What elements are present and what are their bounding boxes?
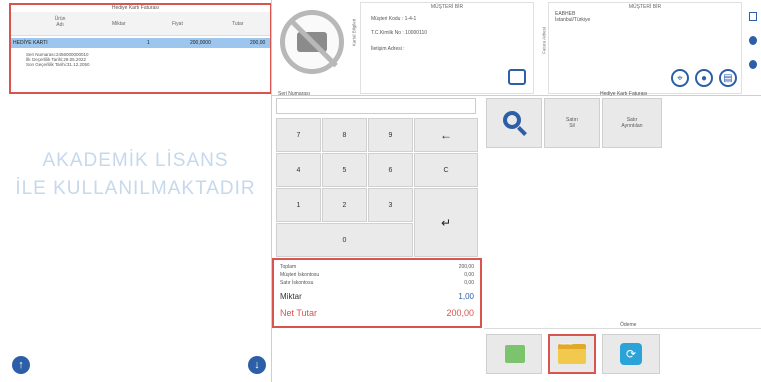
delete-row-label-2: Sil: [569, 123, 575, 129]
billing-title: MÜŞTERİ BİR: [628, 4, 662, 10]
top-divider: [272, 95, 761, 96]
customer-side-label: Kartal Bilgileri: [351, 18, 357, 47]
billing-side-label: Fatura Adresi: [541, 27, 547, 54]
totals-quantity: Miktar 1,00: [280, 292, 474, 301]
customer-field-address: İletişim Adresi :: [371, 46, 405, 52]
other-payment-button[interactable]: ⟳: [602, 334, 660, 374]
key-7[interactable]: 7: [276, 118, 321, 152]
customer-field-code: Müşteri Kodu : 1-4-1: [371, 16, 417, 22]
side-user-icon[interactable]: [749, 36, 757, 45]
credit-card-icon: [558, 344, 586, 364]
payment-title: Ödeme: [620, 322, 637, 328]
cash-payment-button[interactable]: [486, 334, 542, 374]
key-3[interactable]: 3: [368, 188, 413, 222]
search-icon-handle: [517, 126, 527, 136]
key-backspace[interactable]: ←: [414, 118, 478, 152]
scroll-up-icon[interactable]: ↑: [12, 356, 30, 374]
credit-card-label: Credit Card: [560, 343, 573, 346]
search-button[interactable]: [486, 98, 542, 148]
key-clear[interactable]: C: [414, 153, 478, 187]
card-payment-button[interactable]: Credit Card: [548, 334, 596, 374]
customer-title: MÜŞTERİ BİR: [430, 4, 464, 10]
delete-row-button[interactable]: Satırı Sil: [544, 98, 600, 148]
totals-row-customer-discount: Müşteri İskontosu 0,00: [280, 272, 474, 278]
id-card-icon[interactable]: [508, 69, 526, 85]
serial-label: Seri Numarası: [278, 91, 310, 97]
key-8[interactable]: 8: [322, 118, 367, 152]
side-doc-icon[interactable]: [749, 12, 757, 21]
actions-title: Hediye Kartı Faturası: [600, 91, 648, 97]
side-user2-icon[interactable]: [749, 60, 757, 69]
cash-icon: [505, 345, 525, 363]
key-2[interactable]: 2: [322, 188, 367, 222]
customer-field-id: T.C.Kimlik No : 10000110: [371, 30, 428, 36]
scroll-down-icon[interactable]: ↓: [248, 356, 266, 374]
id-icon[interactable]: ▤: [719, 69, 737, 87]
contacts-icon[interactable]: ●: [695, 69, 713, 87]
serial-input[interactable]: [276, 98, 476, 114]
key-5[interactable]: 5: [322, 153, 367, 187]
watermark-line-1: AKADEMİK LİSANS: [42, 150, 229, 171]
billing-line-2: İstanbul/Türkiye: [555, 17, 591, 23]
customer-card: MÜŞTERİ BİR Müşteri Kodu : 1-4-1 T.C.Kim…: [360, 2, 534, 94]
refresh-icon: ⟳: [620, 343, 642, 365]
customer-photo: [280, 10, 344, 74]
key-enter[interactable]: ↵: [414, 188, 478, 257]
row-details-button[interactable]: Satır Ayrıntıları: [602, 98, 662, 148]
totals-row-line-discount: Satır İskontosu 0,00: [280, 280, 474, 286]
key-9[interactable]: 9: [368, 118, 413, 152]
row-details-label-2: Ayrıntıları: [621, 123, 643, 129]
totals-panel: Toplam 200,00 Müşteri İskontosu 0,00 Satır…: [272, 258, 482, 328]
key-1[interactable]: 1: [276, 188, 321, 222]
totals-net: Net Tutar 200,00: [280, 308, 474, 318]
payment-divider: [484, 328, 761, 329]
key-6[interactable]: 6: [368, 153, 413, 187]
invoice-highlight: [9, 3, 272, 94]
side-toolbar: [744, 0, 761, 92]
location-icon[interactable]: ⌖: [671, 69, 689, 87]
watermark-line-2: İLE KULLANILMAKTADIR: [15, 178, 256, 199]
key-0[interactable]: 0: [276, 223, 413, 257]
key-4[interactable]: 4: [276, 153, 321, 187]
billing-card: MÜŞTERİ BİR EABHEB İstanbul/Türkiye ⌖ ● …: [548, 2, 742, 94]
totals-row-sum: Toplam 200,00: [280, 264, 474, 270]
